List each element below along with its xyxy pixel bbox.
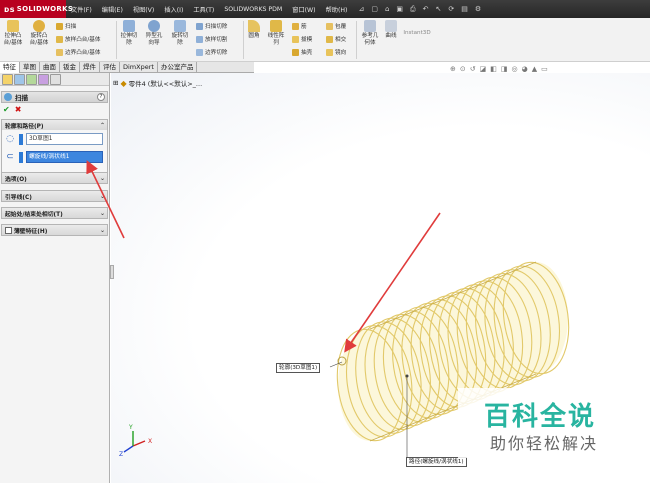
coordinate-triad: X Y Z (119, 424, 152, 458)
triad-x-axis (132, 440, 146, 447)
path-annotation-arrow (86, 160, 125, 239)
triad-z-axis (123, 445, 134, 453)
triad-y-label: Y (128, 424, 133, 431)
path-leader-dot (405, 374, 409, 378)
triad-x-label: X (148, 438, 152, 445)
triad-z-label: Z (119, 451, 123, 458)
profile-callout[interactable]: 轮廓(3D草图1) (276, 363, 321, 373)
path-callout[interactable]: 路径(螺旋线/涡状线1) (406, 457, 467, 467)
watermark-subtitle: 助你轻松解决 (490, 434, 599, 453)
watermark-title: 百科全说 (484, 402, 597, 432)
